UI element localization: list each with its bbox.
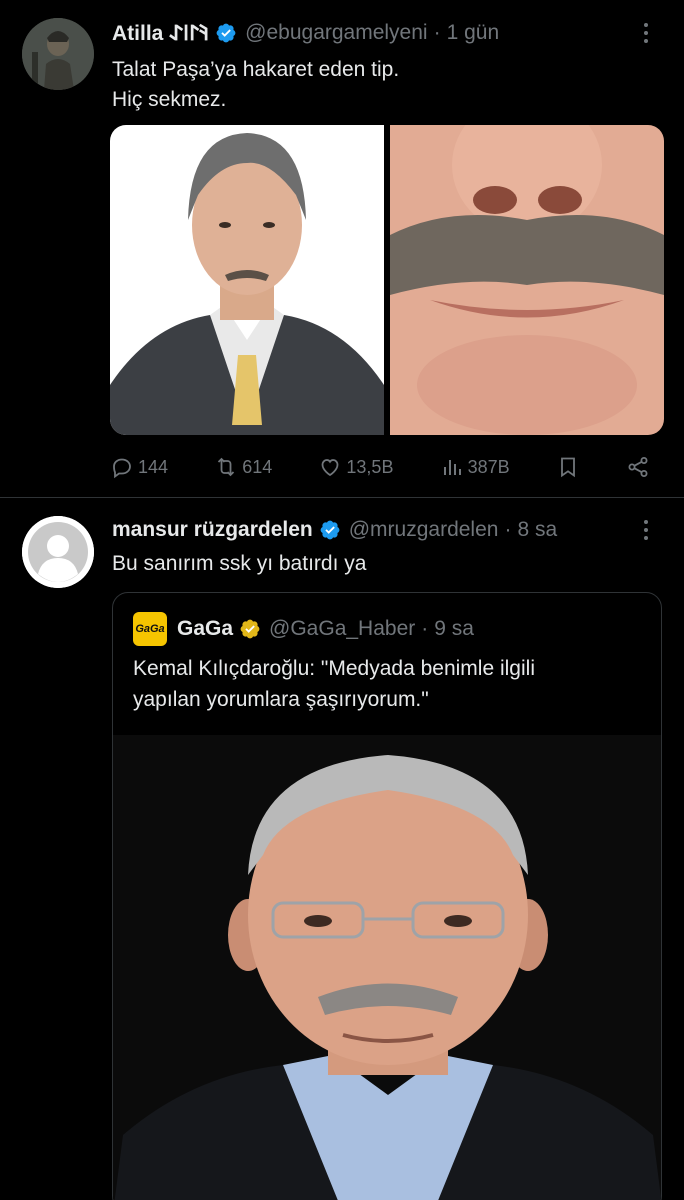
portrait-photo [113, 735, 661, 1200]
closeup-photo [390, 125, 664, 435]
bookmark-icon [560, 457, 575, 478]
separator-dot: · [504, 518, 512, 541]
like-count: 13,5B [346, 456, 394, 477]
reply-button[interactable]: 144 [110, 455, 168, 479]
bookmark-button[interactable] [556, 455, 580, 479]
share-icon [628, 457, 648, 477]
tweet-2[interactable]: mansur rüzgardelen @mruzgardelen · 8 sa … [0, 498, 684, 1200]
views-count: 387B [467, 456, 510, 477]
timestamp[interactable]: 1 gün [447, 21, 500, 45]
media-grid [110, 125, 664, 435]
quote-handle[interactable]: @GaGa_Haber [269, 617, 415, 641]
tweet-text: Talat Paşa’ya hakaret eden tip. Hiç sekm… [112, 58, 400, 111]
repost-count: 614 [242, 456, 273, 477]
media-image-portrait[interactable] [110, 125, 384, 435]
tweet-1[interactable]: Atilla 𐰚𐰃𐰾𐰀 @ebugargamelyeni · 1 gün Tal… [0, 0, 684, 498]
avatar[interactable] [22, 516, 94, 588]
display-name[interactable]: Atilla 𐰚𐰃𐰾𐰀 [112, 19, 209, 47]
gaga-logo: GaGa [133, 612, 167, 646]
repost-button[interactable]: 614 [214, 455, 272, 479]
quoted-tweet[interactable]: GaGa GaGa @GaGa_Haber · 9 sa Kemal Kılıç… [112, 592, 662, 1200]
share-button[interactable] [626, 455, 650, 479]
timestamp[interactable]: 8 sa [517, 518, 557, 542]
quote-timestamp[interactable]: 9 sa [434, 617, 474, 641]
verified-badge-icon [216, 23, 236, 43]
repost-icon [218, 457, 235, 477]
default-avatar-icon [22, 516, 94, 588]
action-bar: 144 614 13,5B 387B [110, 452, 650, 482]
portrait-photo [110, 125, 384, 435]
views-button[interactable]: 387B [440, 455, 510, 479]
handle[interactable]: @mruzgardelen [349, 518, 499, 542]
verified-badge-icon [240, 619, 260, 639]
separator-dot: · [421, 617, 429, 640]
reply-icon [113, 458, 131, 479]
separator-dot: · [433, 21, 441, 44]
tweet-header: Atilla 𐰚𐰃𐰾𐰀 @ebugargamelyeni · 1 gün [112, 18, 624, 48]
media-image-closeup[interactable] [390, 125, 664, 435]
more-icon[interactable] [634, 515, 658, 545]
like-button[interactable]: 13,5B [318, 455, 393, 479]
like-icon [322, 459, 339, 477]
views-icon [443, 460, 461, 475]
reply-count: 144 [138, 456, 169, 477]
quote-display-name[interactable]: GaGa [177, 617, 233, 641]
tweet-text: Bu sanırım ssk yı batırdı ya [112, 552, 367, 575]
tweet-header: mansur rüzgardelen @mruzgardelen · 8 sa [112, 515, 624, 545]
quote-text: Kemal Kılıçdaroğlu: "Medyada benimle ilg… [133, 657, 535, 711]
quote-media-image[interactable] [113, 735, 661, 1200]
avatar[interactable] [22, 18, 94, 90]
display-name[interactable]: mansur rüzgardelen [112, 518, 313, 542]
quote-header: GaGa GaGa @GaGa_Haber · 9 sa [133, 612, 474, 646]
handle[interactable]: @ebugargamelyeni [245, 21, 427, 45]
avatar-warrior-image [22, 18, 94, 90]
more-icon[interactable] [634, 18, 658, 48]
verified-badge-icon [320, 520, 340, 540]
